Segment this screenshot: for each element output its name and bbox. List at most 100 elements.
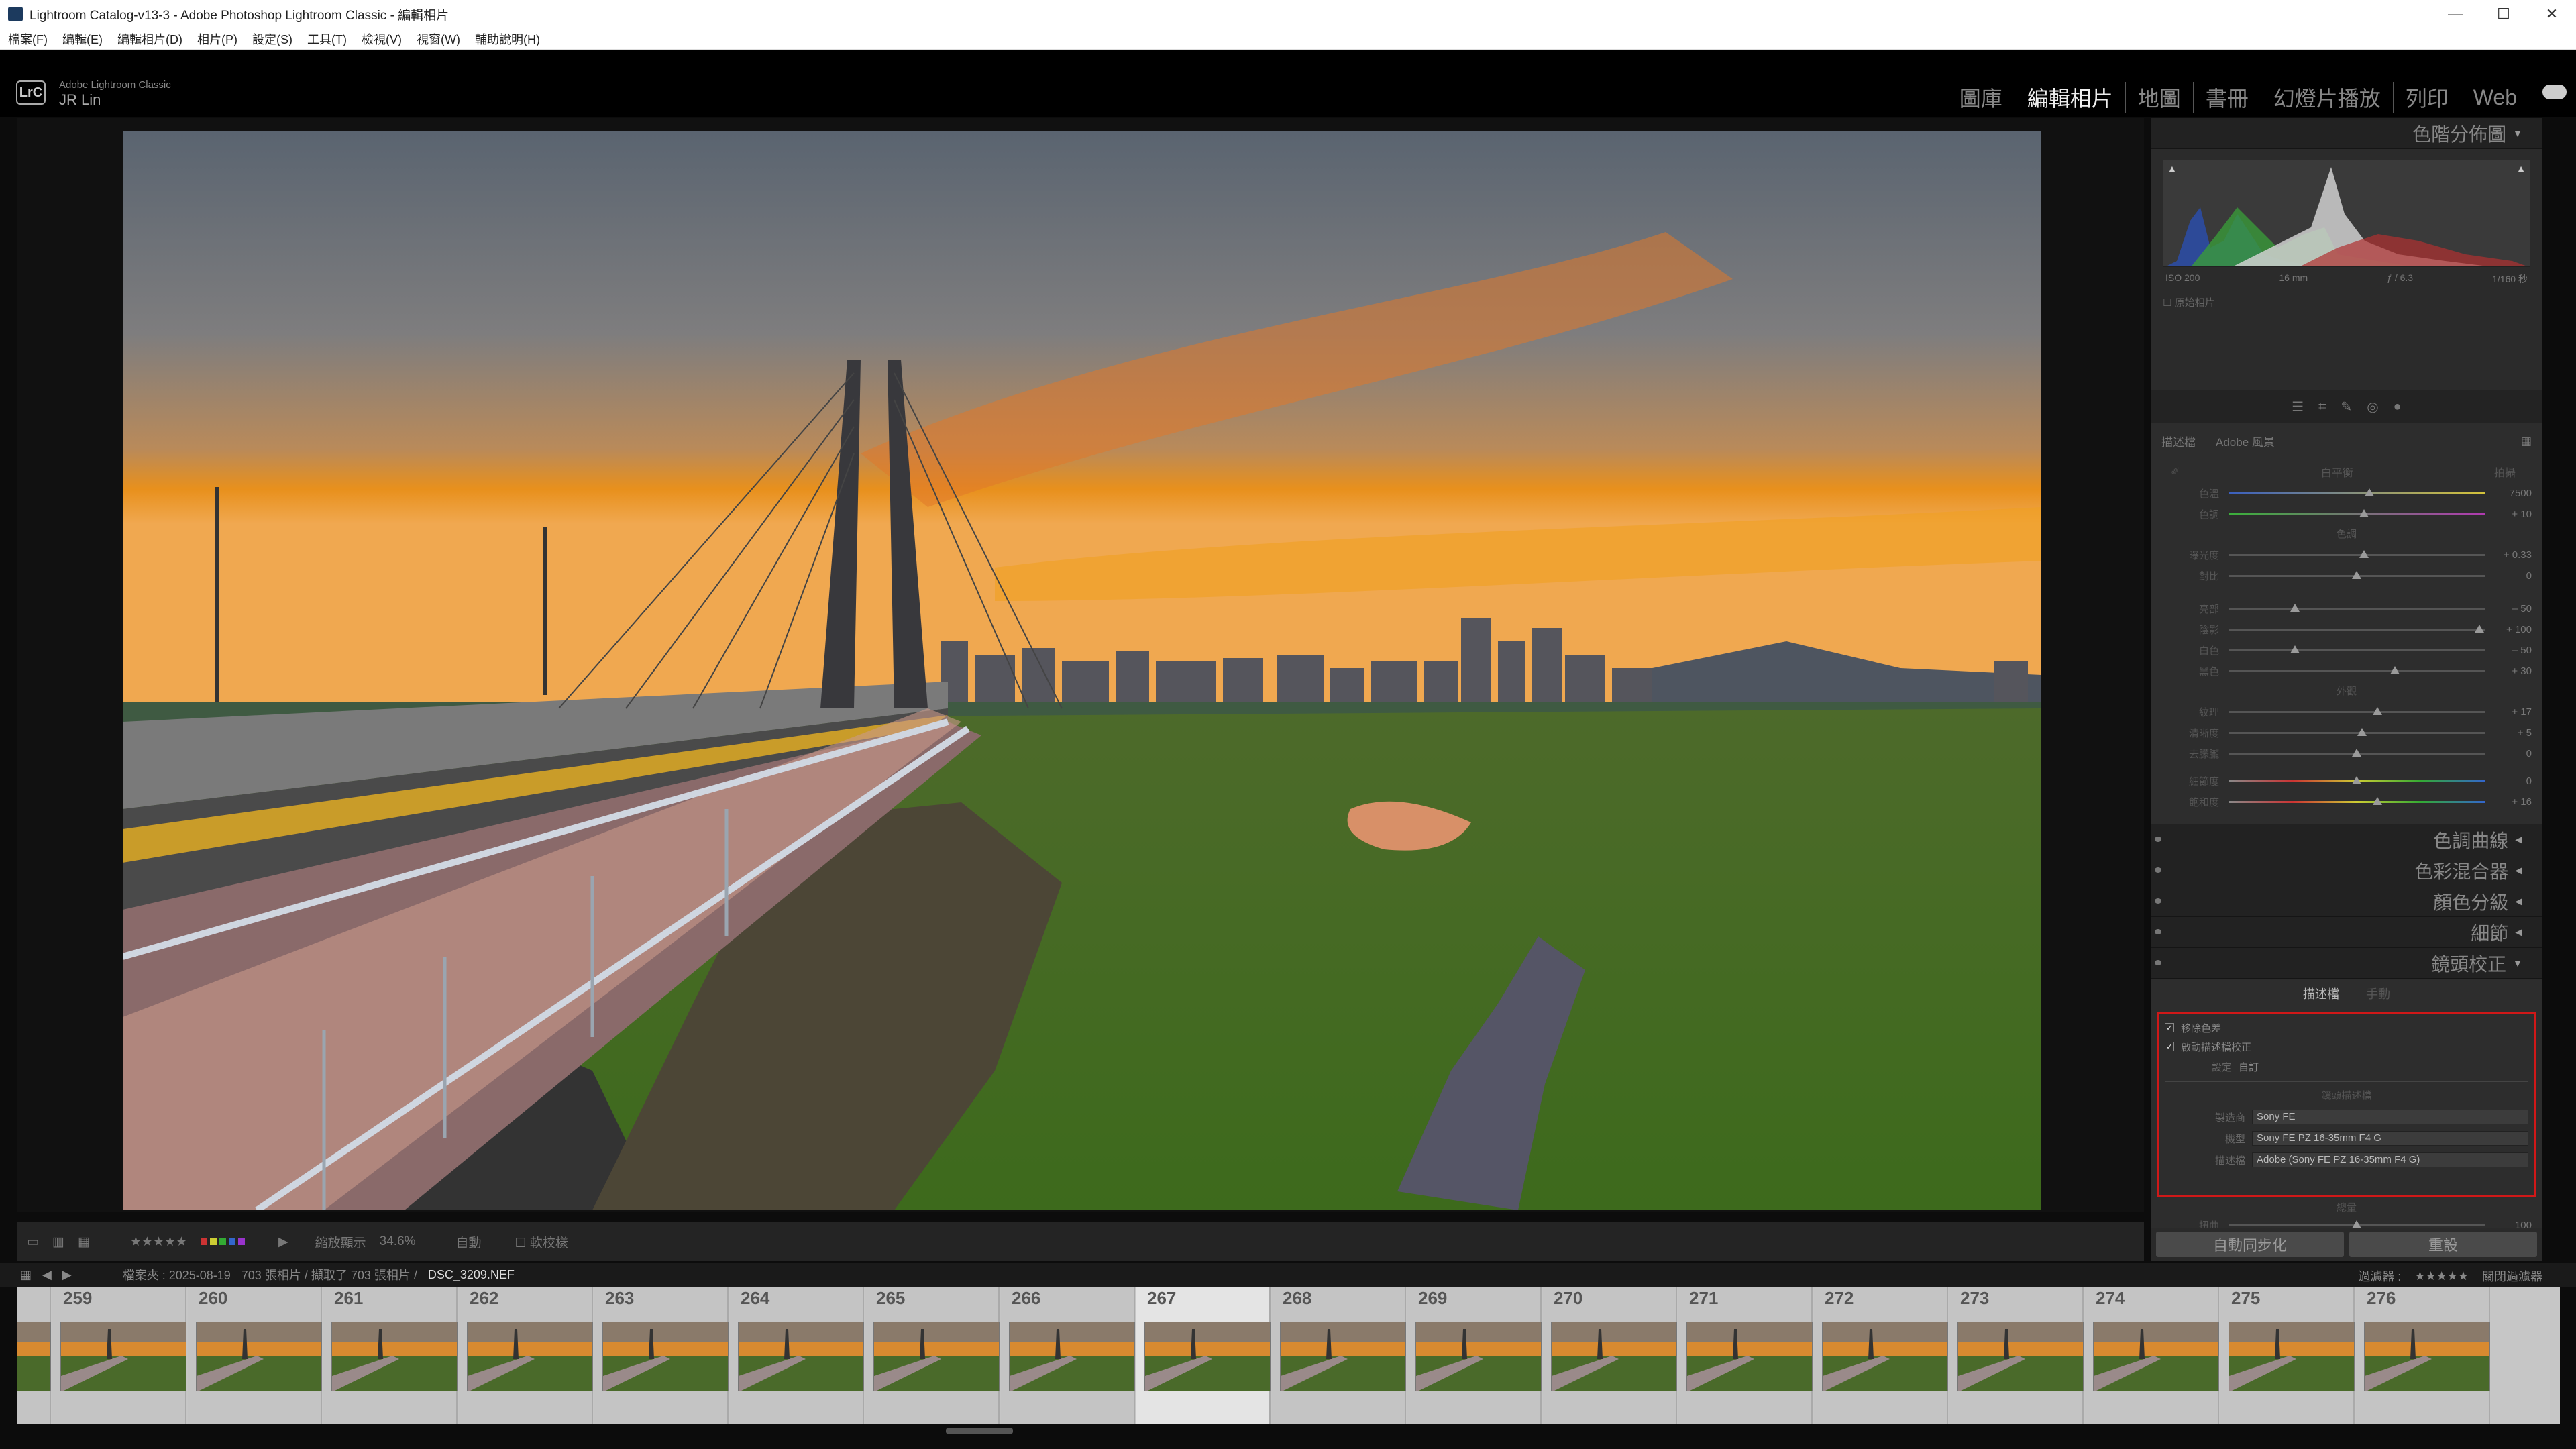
menu-edit[interactable]: 編輯(E)	[62, 30, 103, 48]
zoom-value[interactable]: 34.6%	[380, 1234, 416, 1249]
filmstrip-cell[interactable]: 271	[1678, 1287, 1813, 1424]
filmstrip-thumbnail[interactable]	[2229, 1322, 2355, 1391]
module-book[interactable]: 書冊	[2194, 82, 2261, 113]
next-icon[interactable]: ▶	[62, 1268, 72, 1282]
slider-thumb[interactable]	[2365, 488, 2375, 496]
filmstrip-cell[interactable]: 264	[730, 1287, 864, 1424]
filter-stars[interactable]: ★★★★★	[2414, 1269, 2469, 1283]
tab-lens-profile[interactable]: 描述檔	[2303, 985, 2339, 1002]
filmstrip-cell[interactable]: 269	[1407, 1287, 1542, 1424]
redeye-icon[interactable]: ◎	[2367, 398, 2378, 415]
current-file[interactable]: DSC_3209.NEF	[428, 1268, 515, 1282]
eye-icon[interactable]	[2155, 837, 2161, 842]
filmstrip-thumbnail[interactable]	[2093, 1322, 2219, 1391]
main-photo[interactable]	[123, 131, 2041, 1210]
original-photo-toggle[interactable]: ☐ 原始相片	[2163, 295, 2530, 309]
slider-tint[interactable]: 色調 + 10	[2161, 504, 2532, 525]
filmstrip-cell[interactable]: 259	[52, 1287, 186, 1424]
make-select[interactable]: Sony FE	[2252, 1110, 2528, 1124]
folder-label[interactable]: 檔案夾 : 2025-08-19	[123, 1266, 231, 1283]
slider-vibrance[interactable]: 細節度 0	[2161, 771, 2532, 792]
filmstrip-cell[interactable]: 265	[865, 1287, 1000, 1424]
edit-icon[interactable]: ☰	[2292, 398, 2304, 415]
profile-select[interactable]: Adobe 風景	[2216, 433, 2275, 449]
slider-dehaze[interactable]: 去朦朧 0	[2161, 743, 2532, 764]
panel-color-grading[interactable]: 顏色分級 ◀	[2151, 886, 2542, 917]
reset-button[interactable]: 重設	[2349, 1232, 2537, 1257]
eye-icon[interactable]	[2155, 960, 2161, 965]
menu-help[interactable]: 輔助說明(H)	[475, 30, 540, 48]
slider-saturation[interactable]: 飽和度 + 16	[2161, 792, 2532, 812]
module-web[interactable]: Web	[2461, 85, 2529, 110]
menu-window[interactable]: 視窗(W)	[417, 30, 460, 48]
filter-select[interactable]: 關閉過濾器	[2482, 1267, 2542, 1285]
slider-thumb[interactable]	[2352, 749, 2361, 757]
color-labels[interactable]	[201, 1238, 246, 1245]
menu-tools[interactable]: 工具(T)	[307, 30, 347, 48]
module-develop[interactable]: 編輯相片	[2015, 82, 2126, 113]
menu-view[interactable]: 檢視(V)	[362, 30, 402, 48]
filmstrip-thumbnail[interactable]	[873, 1322, 1000, 1391]
filmstrip-scrollbar[interactable]	[946, 1428, 1013, 1434]
survey-view-icon[interactable]: ▦	[78, 1234, 90, 1250]
panel-lens-corrections[interactable]: 鏡頭校正 ▼	[2151, 948, 2542, 979]
menu-photo[interactable]: 相片(P)	[197, 30, 237, 48]
remove-ca-checkbox[interactable]: ✓ 移除色差	[2165, 1018, 2528, 1037]
slider-thumb[interactable]	[2357, 728, 2367, 736]
slider-contrast[interactable]: 對比 0	[2161, 566, 2532, 586]
panel-detail[interactable]: 細節 ◀	[2151, 917, 2542, 948]
compare-view-icon[interactable]: ▥	[52, 1234, 64, 1250]
filmstrip-thumbnail[interactable]	[1280, 1322, 1406, 1391]
menu-settings[interactable]: 設定(S)	[252, 30, 292, 48]
filmstrip-thumbnail[interactable]	[60, 1322, 186, 1391]
slider-highlights[interactable]: 亮部 – 50	[2161, 598, 2532, 619]
wb-select[interactable]: 拍攝	[2494, 464, 2516, 480]
filmstrip-cell[interactable]: 258	[17, 1287, 51, 1424]
histogram-header[interactable]: 色階分佈圖 ▼	[2151, 118, 2542, 149]
slider-texture[interactable]: 紋理 + 17	[2161, 702, 2532, 722]
filmstrip-cell[interactable]: 272	[1814, 1287, 1948, 1424]
filmstrip-cell[interactable]: 274	[2085, 1287, 2219, 1424]
highlight-clip-icon[interactable]: ▲	[2516, 163, 2526, 174]
profile-browser-icon[interactable]: ▦	[2521, 435, 2532, 448]
filmstrip-cell[interactable]: 261	[323, 1287, 458, 1424]
close-button[interactable]: ✕	[2528, 0, 2576, 28]
crop-icon[interactable]: ⌗	[2318, 399, 2326, 415]
filmstrip-thumbnail[interactable]	[602, 1322, 729, 1391]
filmstrip-thumbnail[interactable]	[1144, 1322, 1271, 1391]
filmstrip-thumbnail[interactable]	[331, 1322, 458, 1391]
eye-icon[interactable]	[2155, 929, 2161, 934]
filmstrip-thumbnail[interactable]	[1686, 1322, 1813, 1391]
shadow-clip-icon[interactable]: ▲	[2167, 163, 2177, 174]
filmstrip-cell[interactable]: 267	[1136, 1287, 1271, 1424]
filmstrip-thumbnail[interactable]	[17, 1322, 51, 1391]
panel-tone-curve[interactable]: 色調曲線 ◀	[2151, 824, 2542, 855]
module-library[interactable]: 圖庫	[1947, 82, 2015, 113]
tab-lens-manual[interactable]: 手動	[2366, 985, 2390, 1002]
eye-icon[interactable]	[2155, 898, 2161, 904]
panel-hsl[interactable]: 色彩混合器 ◀	[2151, 855, 2542, 886]
slider-thumb[interactable]	[2352, 776, 2361, 784]
filmstrip-cell[interactable]: 263	[594, 1287, 729, 1424]
filmstrip-thumbnail[interactable]	[1415, 1322, 1542, 1391]
slider-thumb[interactable]	[2390, 666, 2400, 674]
menu-file[interactable]: 檔案(F)	[8, 30, 48, 48]
filmstrip-cell[interactable]: 268	[1272, 1287, 1406, 1424]
prev-icon[interactable]: ◀	[42, 1268, 52, 1282]
enable-profile-checkbox[interactable]: ✓ 啟動描述檔校正	[2165, 1037, 2528, 1056]
heal-icon[interactable]: ✎	[2341, 398, 2352, 415]
slider-thumb[interactable]	[2359, 550, 2369, 558]
mask-icon[interactable]: ●	[2394, 399, 2402, 415]
filmstrip-thumbnail[interactable]	[2364, 1322, 2490, 1391]
model-select[interactable]: Sony FE PZ 16-35mm F4 G	[2252, 1131, 2528, 1146]
slider-thumb[interactable]	[2290, 645, 2300, 653]
lens-profile-select[interactable]: Adobe (Sony FE PZ 16-35mm F4 G)	[2252, 1152, 2528, 1167]
slider-thumb[interactable]	[2359, 509, 2369, 517]
slider-blacks[interactable]: 黑色 + 30	[2161, 661, 2532, 682]
rating-stars[interactable]: ★★★★★	[130, 1234, 187, 1250]
maximize-button[interactable]: ☐	[2479, 0, 2528, 28]
menu-develop[interactable]: 編輯相片(D)	[117, 30, 182, 48]
filmstrip-thumbnail[interactable]	[1551, 1322, 1677, 1391]
module-slideshow[interactable]: 幻燈片播放	[2261, 82, 2394, 113]
slider-temp[interactable]: 色溫 7500	[2161, 483, 2532, 504]
